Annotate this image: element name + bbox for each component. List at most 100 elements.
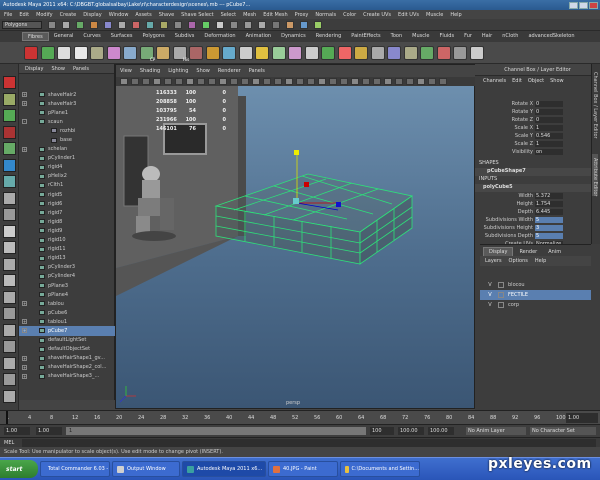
shelf-tab-polygons[interactable]: Polygons — [137, 32, 169, 41]
outliner-item[interactable]: pPlane3 — [19, 281, 115, 290]
status-line-icon[interactable] — [90, 21, 98, 29]
menu-normals[interactable]: Normals — [315, 12, 336, 18]
viewport-toolbar-icon[interactable] — [406, 78, 414, 85]
scale-tool-icon[interactable] — [3, 158, 16, 172]
viewport-toolbar-icon[interactable] — [373, 78, 381, 85]
attribute-value[interactable]: 3 — [535, 225, 563, 231]
expand-toggle-icon[interactable] — [22, 110, 27, 115]
rotate-tool-icon[interactable] — [3, 142, 16, 155]
menu-help[interactable]: Help — [450, 12, 461, 18]
maximize-button[interactable] — [579, 1, 588, 9]
status-line-icon[interactable] — [174, 21, 182, 29]
status-line-icon[interactable] — [202, 21, 210, 29]
expand-toggle-icon[interactable] — [22, 201, 27, 206]
expand-toggle-icon[interactable] — [22, 138, 27, 143]
status-line-icon[interactable] — [104, 21, 112, 29]
menu-set-dropdown[interactable]: Polygons — [2, 21, 42, 29]
viewport-toolbar-icon[interactable] — [208, 78, 216, 85]
attribute-value[interactable]: 0.546 — [535, 133, 563, 139]
expand-toggle-icon[interactable] — [22, 347, 27, 352]
layout-uv-icon[interactable] — [3, 356, 16, 370]
outliner-item[interactable]: + shaveHair2 — [19, 90, 115, 99]
outliner-item[interactable]: pHelix2 — [19, 172, 115, 181]
shelf-tab-ncloth[interactable]: nCloth — [497, 32, 523, 41]
outliner-item[interactable]: base — [19, 135, 115, 144]
last-tool-icon[interactable] — [3, 208, 16, 221]
outliner-item[interactable]: pCylinder4 — [19, 272, 115, 281]
outliner-item[interactable]: rigid9 — [19, 226, 115, 235]
shelf-tool-icon[interactable] — [271, 46, 286, 60]
layer-menu-layers[interactable]: Layers — [485, 258, 502, 264]
shelf-tab-deformation[interactable]: Deformation — [199, 32, 240, 41]
layer-color-swatch[interactable] — [498, 302, 504, 308]
layout-graph-icon[interactable] — [3, 307, 16, 320]
range-end-field[interactable]: 100 — [370, 427, 394, 435]
select-tool-icon[interactable] — [3, 76, 16, 89]
viewport-toolbar-icon[interactable] — [219, 78, 227, 85]
viewport-toolbar-icon[interactable] — [252, 78, 260, 85]
attribute-value[interactable]: 0 — [535, 101, 563, 107]
channel-box-menu-object[interactable]: Object — [528, 78, 544, 84]
expand-toggle-icon[interactable] — [22, 183, 27, 188]
layout-hypershade-icon[interactable] — [3, 323, 16, 337]
menu-color[interactable]: Color — [343, 12, 356, 18]
outliner-item[interactable]: + tablou — [19, 299, 115, 308]
viewport-scene[interactable]: 116333 100 0 208858 100 0 103795 54 0 231966 100 0 1… — [116, 86, 474, 408]
shelf-tool-icon[interactable] — [420, 46, 434, 60]
menu-edit-mesh[interactable]: Edit Mesh — [263, 12, 287, 18]
viewport-toolbar-icon[interactable] — [329, 78, 337, 85]
viewport-menu-lighting[interactable]: Lighting — [168, 68, 188, 74]
attribute-value[interactable]: 5 — [535, 217, 563, 223]
outliner-item[interactable]: + shaveHairShape2_col... — [19, 363, 115, 372]
menu-edit[interactable]: Edit — [19, 12, 29, 18]
attribute-value[interactable]: 5.372 — [535, 193, 563, 199]
outliner-item[interactable]: - scaun — [19, 117, 115, 126]
attribute-value[interactable]: 1.754 — [535, 201, 563, 207]
shelf-tool-icon[interactable] — [238, 46, 253, 60]
menu-mesh[interactable]: Mesh — [243, 12, 256, 18]
expand-toggle-icon[interactable]: + — [22, 364, 27, 370]
attribute-value[interactable]: 1 — [535, 141, 563, 147]
outliner-menu-display[interactable]: Display — [25, 66, 43, 72]
outliner-item[interactable]: + shaveHairShape1_gv... — [19, 354, 115, 363]
viewport-menu-renderer[interactable]: Renderer — [218, 68, 241, 74]
expand-toggle-icon[interactable]: + — [22, 373, 27, 379]
outliner-item[interactable]: rigid8 — [19, 217, 115, 226]
expand-toggle-icon[interactable] — [22, 283, 27, 288]
channel-attribute[interactable]: Scale X1 — [475, 124, 600, 132]
shelf-tab-rendering[interactable]: Rendering — [311, 32, 347, 41]
shelf-tool-icon[interactable] — [288, 46, 302, 60]
range-bar[interactable]: 1 — [66, 427, 366, 435]
soft-mod-icon[interactable] — [3, 191, 16, 205]
viewport-toolbar-icon[interactable] — [285, 78, 293, 85]
expand-toggle-icon[interactable]: + — [22, 355, 27, 361]
menu-display[interactable]: Display — [83, 12, 101, 18]
layout-single-icon[interactable] — [3, 224, 16, 238]
channel-attribute[interactable]: Rotate X0 — [475, 100, 600, 108]
attribute-value[interactable]: 0 — [535, 109, 563, 115]
shelf-tool-icon[interactable] — [40, 46, 55, 60]
shelf-tool-icon[interactable] — [321, 46, 335, 60]
layout-extra-icon[interactable] — [3, 373, 16, 386]
menu-proxy[interactable]: Proxy — [295, 12, 309, 18]
status-line-icon[interactable] — [48, 21, 56, 29]
expand-toggle-icon[interactable] — [22, 192, 27, 197]
expand-toggle-icon[interactable]: - — [22, 119, 27, 125]
viewport-toolbar-icon[interactable] — [428, 78, 436, 85]
shelf-tool-icon[interactable] — [24, 46, 38, 60]
move-tool-icon[interactable] — [3, 125, 16, 139]
shelf-tab-animation[interactable]: Animation — [241, 32, 277, 41]
channel-attribute[interactable]: Scale Z1 — [475, 140, 600, 148]
outliner-menu-show[interactable]: Show — [51, 66, 65, 72]
expand-toggle-icon[interactable] — [22, 128, 27, 133]
channel-attribute[interactable]: Rotate Z0 — [475, 116, 600, 124]
viewport-toolbar-icon[interactable] — [307, 78, 315, 85]
current-time-field[interactable]: 1.00 — [566, 413, 598, 423]
layer-visibility-toggle[interactable]: V — [486, 292, 494, 298]
status-line-icon[interactable] — [160, 21, 168, 29]
outliner-item[interactable]: rigid5 — [19, 190, 115, 199]
shelf-tool-icon[interactable] — [255, 46, 269, 60]
layer-tab-anim[interactable]: Anim — [543, 248, 566, 256]
expand-toggle-icon[interactable]: + — [22, 328, 27, 334]
viewport-toolbar-icon[interactable] — [296, 78, 304, 85]
